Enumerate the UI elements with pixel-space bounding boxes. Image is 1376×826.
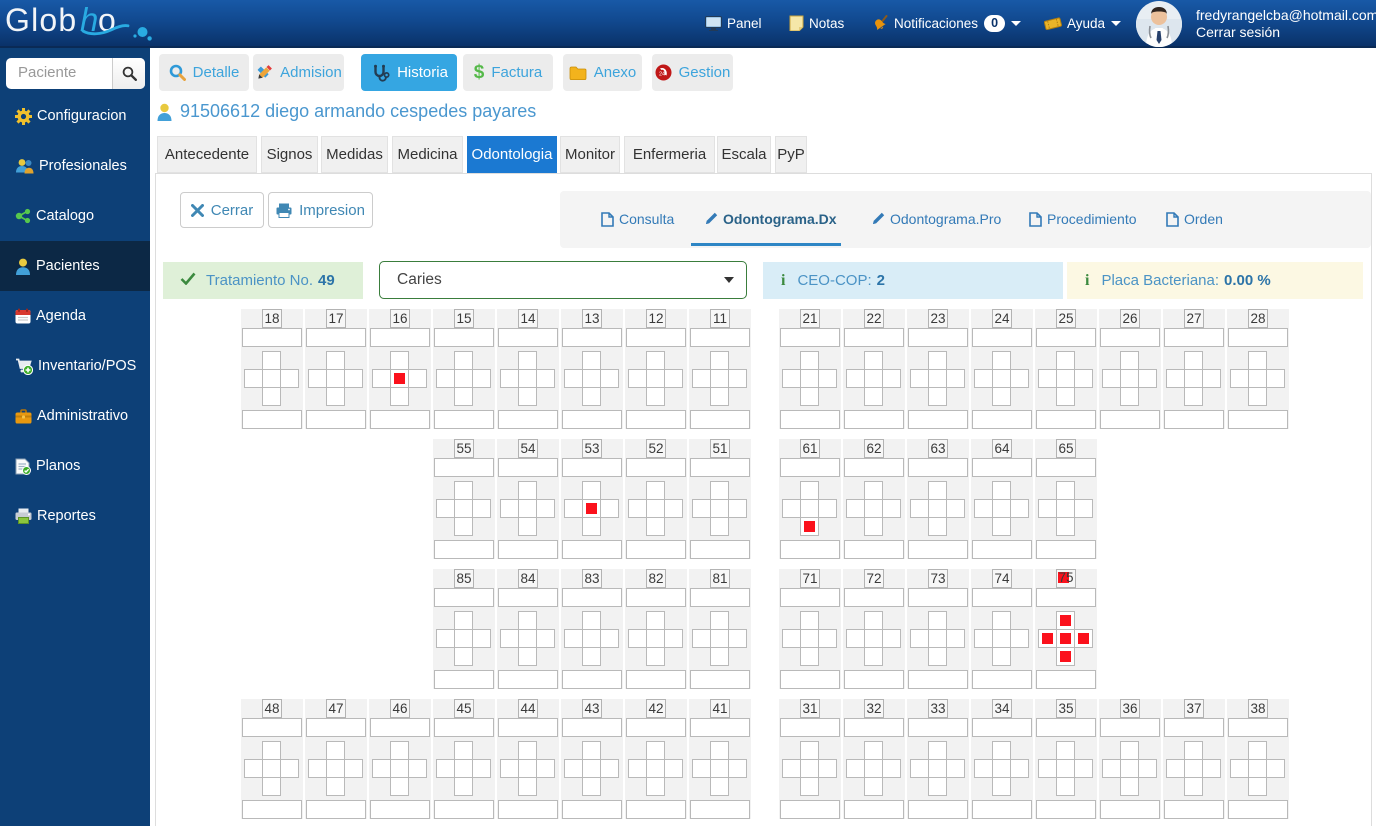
svg-text:24: 24 bbox=[659, 72, 665, 78]
svg-text:Glob: Glob bbox=[5, 2, 77, 38]
